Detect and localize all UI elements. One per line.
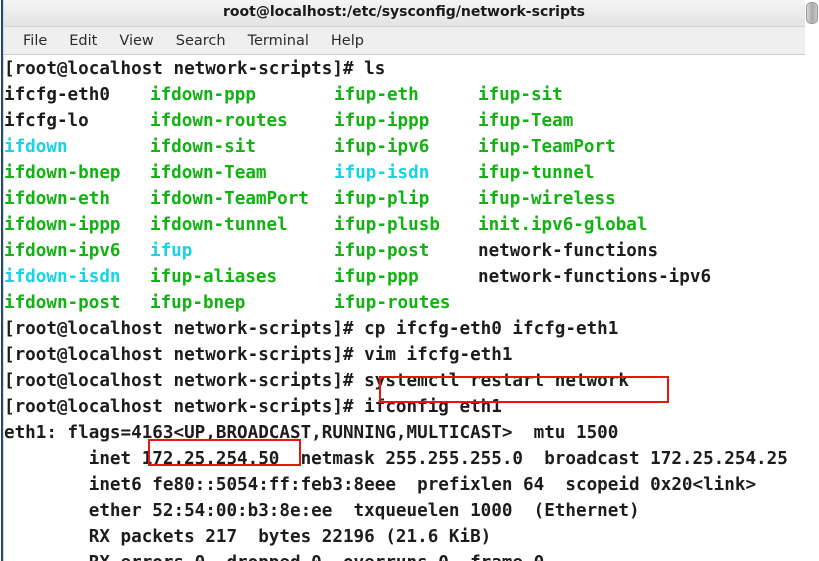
ls-entry: ifup-post: [334, 241, 430, 261]
command-line-ls: [root@localhost network-scripts]# ls: [4, 56, 819, 82]
ls-entry: ifup-ipv6: [334, 137, 430, 157]
menu-item-view[interactable]: View: [108, 31, 164, 51]
ls-entry: ifdown: [4, 137, 68, 157]
ls-entry: ifdown-eth: [4, 189, 110, 209]
ifconfig-output-line-5: RX errors 0 dropped 0 overruns 0 frame 0: [4, 550, 819, 561]
titlebar[interactable]: root@localhost:/etc/sysconfig/network-sc…: [4, 0, 819, 27]
ls-output-row: ifcfg-lo ifdown-routes ifup-ippp ifup-Team: [4, 108, 819, 134]
shell-prompt: [root@localhost network-scripts]#: [4, 345, 365, 365]
ls-entry: ifup-plusb: [334, 215, 440, 235]
ls-entry: ifdown-ppp: [150, 85, 256, 105]
ls-entry: ifup-plip: [334, 189, 430, 209]
ls-entry: ifup-sit: [478, 85, 563, 105]
ls-entry: ifup-bnep: [150, 293, 246, 313]
ls-entry: ifdown-TeamPort: [150, 189, 309, 209]
menu-item-edit[interactable]: Edit: [58, 31, 108, 51]
ls-entry: ifdown-Team: [150, 163, 267, 183]
ls-entry: ifdown-isdn: [4, 267, 121, 287]
ls-entry: ifcfg-lo: [4, 111, 89, 131]
ls-entry: ifup: [150, 241, 193, 261]
ls-entry: network-functions: [478, 241, 659, 261]
ifconfig-output-line-0: eth1: flags=4163<UP,BROADCAST,RUNNING,MU…: [4, 423, 619, 443]
ls-entry: ifdown-sit: [150, 137, 256, 157]
ls-entry: ifup-wireless: [478, 189, 616, 209]
ls-output-row: ifdown-bnep ifdown-Team ifup-isdn ifup-tunn…: [4, 160, 819, 186]
menu-item-terminal[interactable]: Terminal: [237, 31, 320, 51]
ls-entry: ifdown-ipv6: [4, 241, 121, 261]
vertical-scrollbar-thumb[interactable]: [806, 2, 818, 24]
shell-command: systemctl restart network: [364, 371, 629, 391]
menu-item-file[interactable]: File: [12, 31, 58, 51]
ls-output-row: ifcfg-eth0 ifdown-ppp ifup-eth ifup-sit: [4, 82, 819, 108]
ifconfig-output-line-4: RX packets 217 bytes 22196 (21.6 KiB): [4, 527, 492, 547]
command-line-cp: [root@localhost network-scripts]# cp ifc…: [4, 316, 819, 342]
shell-prompt: [root@localhost network-scripts]#: [4, 319, 365, 339]
menu-item-search[interactable]: Search: [165, 31, 237, 51]
ls-entry: ifup-ippp: [334, 111, 430, 131]
ls-entry: ifdown-routes: [150, 111, 288, 131]
ls-entry: ifup-Team: [478, 111, 574, 131]
command-line-systemctl: [root@localhost network-scripts]# system…: [4, 368, 819, 394]
ifconfig-output-line-2: inet6 fe80::5054:ff:feb3:8eee prefixlen …: [4, 475, 757, 495]
ls-entry: ifup-aliases: [150, 267, 278, 287]
shell-prompt: [root@localhost network-scripts]#: [4, 59, 365, 79]
ls-entry: ifdown-tunnel: [150, 215, 288, 235]
command-line-vim: [root@localhost network-scripts]# vim if…: [4, 342, 819, 368]
shell-command: ls: [364, 59, 386, 79]
terminal-window: root@localhost:/etc/sysconfig/network-sc…: [0, 0, 819, 561]
window-title: root@localhost:/etc/sysconfig/network-sc…: [222, 4, 586, 20]
shell-prompt: [root@localhost network-scripts]#: [4, 397, 365, 417]
ls-entry: ifup-routes: [334, 293, 451, 313]
ls-entry: ifcfg-eth0: [4, 85, 110, 105]
ls-output-row: ifdown-post ifup-bnep ifup-routes: [4, 290, 819, 316]
terminal-output: [root@localhost network-scripts]# ls ifcf…: [4, 56, 819, 561]
ifconfig-output-line-1: inet 172.25.254.50 netmask 255.255.255.0…: [4, 449, 788, 469]
ls-entry: ifup-eth: [334, 85, 419, 105]
ls-entry: network-functions-ipv6: [478, 267, 712, 287]
menu-item-help[interactable]: Help: [320, 31, 375, 51]
window-left-edge: [0, 0, 4, 561]
ls-output-row: ifdown-ippp ifdown-tunnel ifup-plusb init.i…: [4, 212, 819, 238]
ifconfig-output-line-3: ether 52:54:00:b3:8e:ee txqueuelen 1000 …: [4, 501, 640, 521]
vertical-scrollbar-track[interactable]: [805, 0, 819, 561]
ls-entry: ifup-ppp: [334, 267, 419, 287]
ls-output-row: ifdown-eth ifdown-TeamPort ifup-plip ifup-w…: [4, 186, 819, 212]
ls-entry: ifdown-bnep: [4, 163, 121, 183]
terminal-screen[interactable]: [root@localhost network-scripts]# ls ifcf…: [4, 56, 819, 561]
ls-output-row: ifdown-isdn ifup-aliases ifup-ppp network-f…: [4, 264, 819, 290]
command-line-ifconfig: [root@localhost network-scripts]# ifconf…: [4, 394, 819, 420]
shell-prompt: [root@localhost network-scripts]#: [4, 371, 365, 391]
ls-entry: ifup-TeamPort: [478, 137, 616, 157]
menubar: File Edit View Search Terminal Help: [4, 27, 819, 55]
menu-item-list: File Edit View Search Terminal Help: [12, 31, 375, 51]
ls-output-row: ifdown ifdown-sit ifup-ipv6 ifup-TeamPort: [4, 134, 819, 160]
ls-entry: ifup-isdn: [334, 163, 430, 183]
ls-entry: ifup-tunnel: [478, 163, 595, 183]
shell-command: ifconfig eth1: [364, 397, 502, 417]
ls-output-row: ifdown-ipv6 ifup ifup-post network-function…: [4, 238, 819, 264]
shell-command: vim ifcfg-eth1: [364, 345, 513, 365]
ls-entry: ifdown-ippp: [4, 215, 121, 235]
ls-entry: init.ipv6-global: [478, 215, 648, 235]
ls-entry: ifdown-post: [4, 293, 121, 313]
shell-command: cp ifcfg-eth0 ifcfg-eth1: [364, 319, 619, 339]
